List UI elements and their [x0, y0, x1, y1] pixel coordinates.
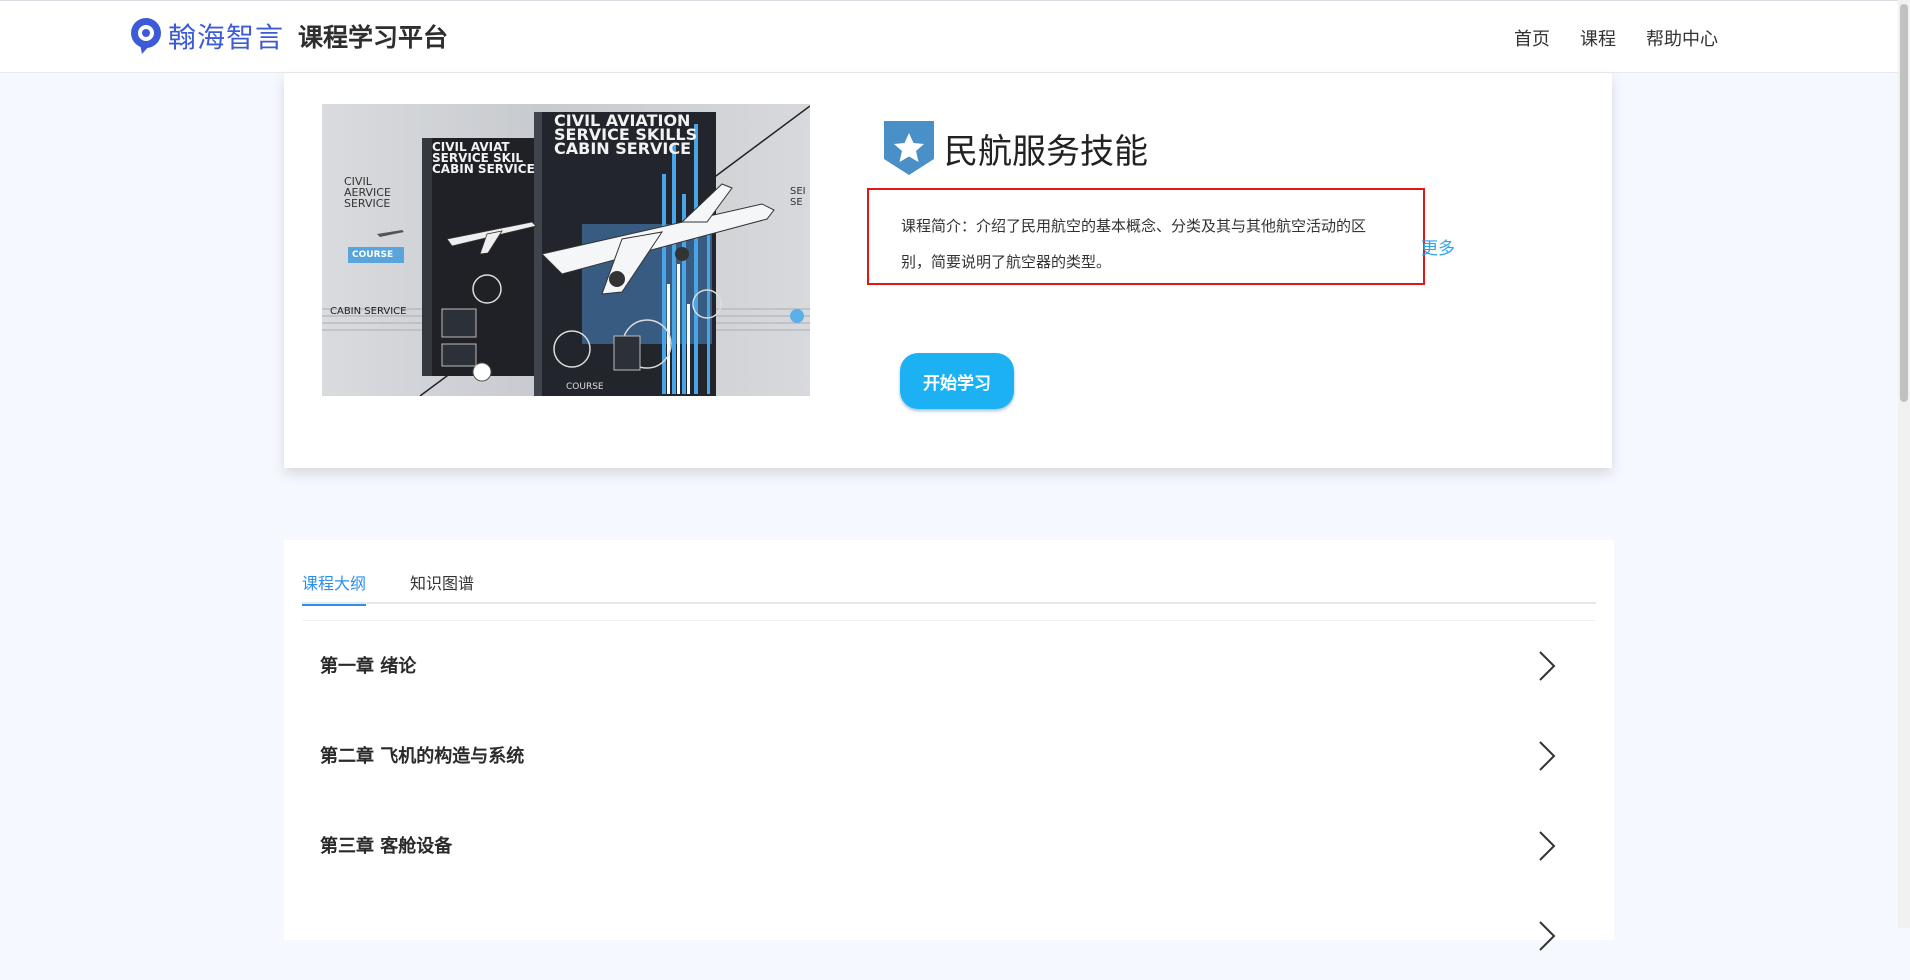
- cover-title-line-3: CABIN SERVICE: [554, 139, 692, 158]
- chapter-title: 第二章 飞机的构造与系统: [320, 746, 525, 767]
- chapter-title: 第三章 客舱设备: [320, 836, 453, 857]
- brand[interactable]: 翰海智言 课程学习平台: [128, 16, 448, 56]
- cover-back-title: CIVIL AVIAT SERVICE SKIL CABIN SERVICE: [432, 141, 535, 176]
- brand-subtitle: 课程学习平台: [298, 23, 449, 52]
- chapter-title: 第一章 绪论: [320, 656, 417, 677]
- course-intro: 课程简介：介绍了民用航空的基本概念、分类及其与其他航空活动的区别，简要说明了航空…: [867, 188, 1425, 285]
- outline-tabs: 课程大纲 知识图谱: [302, 570, 474, 606]
- more-link[interactable]: 更多: [1421, 234, 1455, 259]
- tab-syllabus[interactable]: 课程大纲: [302, 570, 367, 606]
- cover-title: CIVIL AVIATION SERVICE SKILLS CABIN SERV…: [554, 113, 697, 158]
- nav-home[interactable]: 首页: [1514, 25, 1550, 51]
- course-outline-panel: 课程大纲 知识图谱 第一章 绪论 第二章 飞机的构造与系统 第三章 客舱设备: [284, 540, 1614, 951]
- course-title: 民航服务技能: [944, 131, 1148, 172]
- brand-name: 翰海智言: [168, 21, 285, 54]
- start-learning-button[interactable]: 开始学习: [900, 353, 1014, 409]
- chevron-right-icon: [1539, 831, 1556, 861]
- cover-right-text: SEI SE: [790, 186, 806, 208]
- course-cover-image: CIVIL AVIATION SERVICE SKILLS CABIN SERV…: [322, 104, 810, 396]
- scrollbar-thumb[interactable]: [1900, 4, 1908, 402]
- cover-side-text: CIVIL AERVICE SERVICE: [344, 176, 391, 209]
- chapter-row[interactable]: 第三章 客舱设备: [302, 800, 1596, 890]
- cover-cabin-label: CABIN SERVICE: [330, 306, 407, 317]
- course-title-row: 民航服务技能: [884, 121, 1148, 175]
- page-scrollbar[interactable]: [1898, 0, 1910, 928]
- cover-course-bottom: COURSE: [566, 382, 604, 392]
- chevron-right-icon: [1539, 741, 1556, 771]
- cover-course-badge: COURSE: [352, 250, 394, 260]
- chevron-right-icon: [1539, 651, 1556, 681]
- chapter-row-partial[interactable]: [302, 890, 1596, 980]
- nav-help-center[interactable]: 帮助中心: [1646, 25, 1718, 51]
- main-nav: 首页 课程 帮助中心: [1514, 25, 1718, 51]
- tabs-divider: [302, 602, 1596, 604]
- star-badge-icon: [884, 121, 934, 175]
- cover-side-line-3: SERVICE: [344, 197, 391, 210]
- chapter-row[interactable]: 第二章 飞机的构造与系统: [302, 710, 1596, 800]
- chevron-right-icon: [1539, 921, 1556, 951]
- course-card: CIVIL AVIATION SERVICE SKILLS CABIN SERV…: [284, 73, 1612, 468]
- chapter-row[interactable]: 第一章 绪论: [302, 620, 1596, 710]
- top-navbar: 翰海智言 课程学习平台 首页 课程 帮助中心: [0, 0, 1898, 73]
- nav-courses[interactable]: 课程: [1580, 25, 1616, 51]
- course-intro-text: 课程简介：介绍了民用航空的基本概念、分类及其与其他航空活动的区别，简要说明了航空…: [901, 217, 1367, 271]
- cover-back-line-3: CABIN SERVICE: [432, 162, 535, 176]
- brand-logo-icon: [131, 18, 161, 54]
- tab-knowledge-graph[interactable]: 知识图谱: [410, 570, 474, 606]
